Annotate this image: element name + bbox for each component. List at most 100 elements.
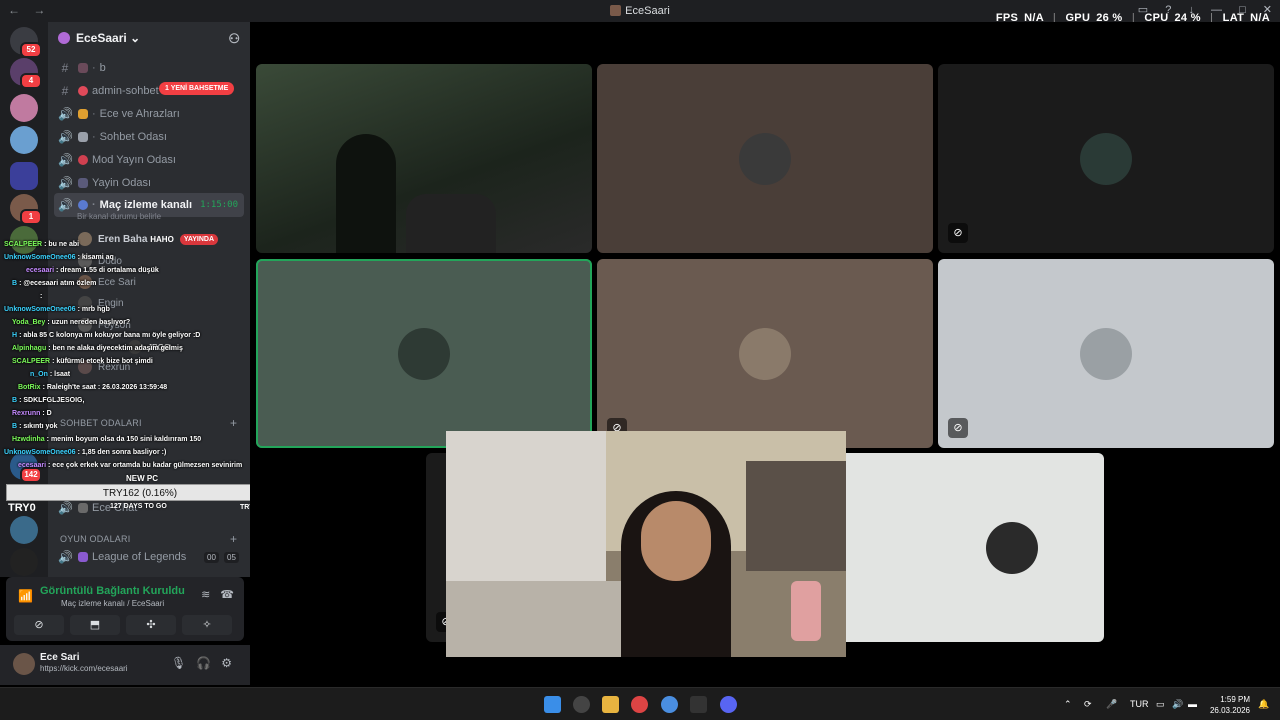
- app-icon[interactable]: [661, 696, 678, 713]
- channel-emoji-icon: [78, 178, 88, 188]
- system-clock[interactable]: 1:59 PM 26.03.2026: [1210, 694, 1250, 716]
- signal-icon[interactable]: 📶: [18, 589, 33, 603]
- server-icon[interactable]: 4: [10, 58, 42, 89]
- voice-status-title[interactable]: Görüntülü Bağlantı Kuruldu: [40, 585, 185, 597]
- channel-status-hint[interactable]: Bir kanal durumu belirle: [77, 212, 161, 221]
- server-avatar-icon: [610, 5, 622, 16]
- battery-icon[interactable]: ▬: [1188, 699, 1197, 709]
- channel-emoji-icon: [78, 63, 88, 73]
- channel-item[interactable]: 🔊 Yayin Odası: [54, 172, 244, 194]
- discord-icon[interactable]: [720, 696, 737, 713]
- avatar: [78, 232, 92, 246]
- avatar[interactable]: [13, 653, 35, 675]
- folder-icon[interactable]: [10, 162, 38, 190]
- chat-message: Rexrunn: D: [12, 410, 52, 417]
- settings-gear-icon[interactable]: ⚙: [221, 656, 232, 670]
- channel-name: Ece ve Ahrazları: [99, 108, 180, 120]
- participant-avatar: [1080, 132, 1132, 185]
- voice-channel-icon: 🔊: [58, 107, 73, 121]
- server-icon[interactable]: [10, 516, 38, 544]
- add-member-icon[interactable]: ⚇: [228, 31, 240, 47]
- microphone-icon[interactable]: 🎙: [171, 656, 186, 670]
- server-icon[interactable]: [10, 548, 38, 576]
- camera-off-button[interactable]: ⊘: [14, 615, 64, 635]
- network-icon[interactable]: ▭: [1156, 699, 1165, 710]
- server-icon[interactable]: 1: [10, 194, 42, 225]
- chrome-icon[interactable]: [631, 696, 648, 713]
- chat-message: ecesaari: ece çok erkek var ortamda bu k…: [18, 462, 243, 469]
- goal-start-label: TRY0: [8, 502, 36, 514]
- tray-mic-icon[interactable]: 🎤: [1106, 699, 1117, 710]
- server-icon[interactable]: [10, 226, 38, 254]
- voice-channel-icon: 🔊: [58, 550, 73, 564]
- channel-item[interactable]: 🔊 · Ece ve Ahrazları: [54, 103, 244, 125]
- channel-name: Mod Yayın Odası: [92, 154, 176, 166]
- screen-share-button[interactable]: ⬒: [70, 615, 120, 635]
- video-tile[interactable]: [597, 64, 933, 253]
- unread-badge: 142: [20, 467, 42, 483]
- user-tag: HAHO: [150, 234, 174, 244]
- live-badge: YAYINDA: [179, 233, 219, 245]
- channel-emoji-icon: [78, 109, 88, 119]
- video-tile-camera[interactable]: [256, 64, 592, 253]
- headphones-icon[interactable]: 🎧: [196, 656, 211, 670]
- chat-message: Alpinhagu: ben ne alaka diyecektim adaşı…: [12, 345, 183, 352]
- guild-header[interactable]: EceSaari ⌄ ⚇: [48, 22, 250, 54]
- file-explorer-icon[interactable]: [602, 696, 619, 713]
- guild-icon: [58, 32, 70, 44]
- channel-emoji-icon: [78, 552, 88, 562]
- unread-badge: 4: [20, 73, 42, 89]
- server-icon[interactable]: [10, 94, 38, 122]
- tray-chevron-icon[interactable]: ⌃: [1064, 699, 1072, 710]
- video-tile[interactable]: ⊘: [938, 64, 1274, 253]
- goal-progress-bar: TRY162 (0.16%): [6, 484, 274, 501]
- channel-emoji-icon: [78, 132, 88, 142]
- volume-icon[interactable]: 🔊: [1172, 699, 1183, 710]
- chat-message: Yoda_Bey: uzun nereden başlıyor?: [12, 319, 131, 326]
- video-tile[interactable]: ⊘: [597, 259, 933, 448]
- voice-channel-icon: 🔊: [58, 130, 73, 144]
- channel-name: Maç izleme kanalı: [99, 199, 192, 211]
- participant-avatar: [398, 327, 450, 380]
- notification-icon[interactable]: 🔔: [1258, 699, 1269, 710]
- user-limit: 05: [224, 551, 239, 563]
- chat-message: ecesaari: dream 1.55 di ortalama düşük: [26, 267, 159, 274]
- channel-item[interactable]: 🔊 Mod Yayın Odası: [54, 149, 244, 171]
- channel-emoji-icon: [78, 155, 88, 165]
- voice-channel-icon: 🔊: [58, 198, 73, 212]
- voice-user[interactable]: Eren Baha HAHO YAYINDA: [78, 232, 219, 246]
- category-oyun[interactable]: OYUN ODALARI +: [60, 532, 237, 546]
- discord-home-icon[interactable]: 52: [10, 27, 42, 58]
- unread-badge: 52: [20, 42, 42, 58]
- user-count: 00: [204, 551, 219, 563]
- channel-item[interactable]: 🔊 · Sohbet Odası: [54, 126, 244, 148]
- participant-avatar: [739, 327, 791, 380]
- windows-start-icon[interactable]: [544, 696, 561, 713]
- user-name[interactable]: Ece Sari: [40, 652, 79, 663]
- user-status[interactable]: https://kick.com/ecesaari: [40, 664, 132, 673]
- voice-status-subtitle[interactable]: Maç izleme kanalı / EceSaari: [61, 599, 164, 608]
- channel-emoji-icon: [78, 86, 88, 96]
- app-icon[interactable]: [573, 696, 590, 713]
- disconnect-icon[interactable]: ☎: [220, 589, 234, 601]
- noise-suppression-icon[interactable]: ≋: [201, 589, 210, 601]
- chat-message: SCALPEER: küfürmü etcek bize bot şimdi: [12, 358, 153, 365]
- voice-channel-icon: 🔊: [58, 176, 73, 190]
- tray-app-icon[interactable]: ⟳: [1084, 699, 1092, 710]
- camera-off-icon: ⊘: [948, 223, 968, 243]
- app-icon[interactable]: [690, 696, 707, 713]
- category-sohbet[interactable]: SOHBET ODALARI +: [60, 416, 237, 430]
- camera-off-icon: ⊘: [948, 418, 968, 438]
- channel-item[interactable]: # · b: [54, 57, 244, 79]
- channel-item[interactable]: 🔊 League of Legends 00 05: [54, 546, 244, 568]
- add-channel-icon[interactable]: +: [230, 416, 237, 430]
- activities-button[interactable]: ✣: [126, 615, 176, 635]
- language-indicator[interactable]: TUR: [1130, 699, 1149, 709]
- new-mention-pill[interactable]: 1 YENİ BAHSETME: [159, 82, 235, 95]
- soundboard-button[interactable]: ✧: [182, 615, 232, 635]
- add-channel-icon[interactable]: +: [230, 532, 237, 546]
- video-tile[interactable]: ⊘: [938, 259, 1274, 448]
- video-tile-speaking[interactable]: [256, 259, 592, 448]
- server-icon[interactable]: [10, 126, 38, 154]
- clock-date: 26.03.2026: [1209, 706, 1250, 715]
